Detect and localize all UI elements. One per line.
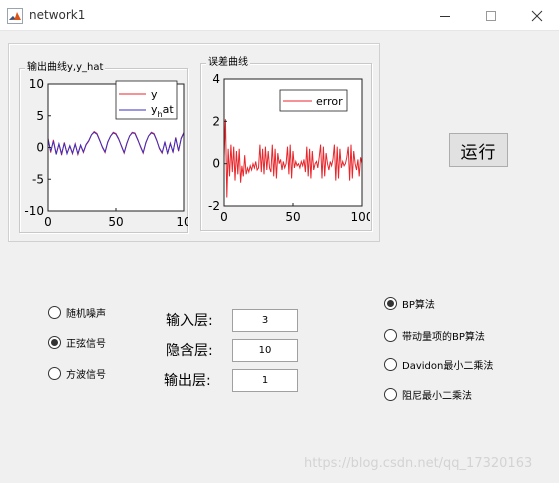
error-chart: 420-20 50 100 error: [208, 72, 370, 224]
input-layer-field[interactable]: [232, 309, 298, 332]
output-curve-title: 输出曲线y,y_hat: [25, 62, 106, 74]
radio-random-noise[interactable]: 随机噪声: [48, 304, 106, 320]
radio-bp-algorithm[interactable]: BP算法: [384, 295, 435, 311]
radio-circle[interactable]: [384, 357, 397, 371]
radio-sine-signal[interactable]: 正弦信号: [48, 334, 106, 350]
x-tick-label: 10: [176, 215, 188, 229]
radio-circle[interactable]: [384, 387, 397, 401]
output-layer-label: 输出层:: [164, 373, 211, 389]
y-tick-label: -5: [32, 172, 44, 186]
error-curve-title: 误差曲线: [206, 57, 250, 69]
y-tick-label: -2: [208, 199, 220, 213]
radio-circle[interactable]: [384, 328, 397, 342]
hidden-layer-label: 隐含层:: [166, 343, 213, 359]
radio-label: 阻尼最小二乘法: [402, 390, 472, 402]
minimize-icon: [440, 16, 450, 17]
output-chart: 1050-5-100 50 10 y yhat: [24, 77, 188, 229]
x-tick-label: 100: [351, 210, 370, 224]
radio-davidon-least-squares[interactable]: Davidon最小二乘法: [384, 356, 493, 372]
legend-label-error: error: [316, 95, 343, 108]
chart-legend: y yhat: [115, 80, 178, 120]
radio-label: 正弦信号: [66, 338, 106, 350]
maximize-button[interactable]: [468, 0, 514, 31]
window-title: network1: [29, 8, 86, 22]
radio-damped-least-squares[interactable]: 阻尼最小二乘法: [384, 386, 472, 402]
radio-label: 随机噪声: [66, 308, 106, 320]
y-tick-label: 0: [36, 141, 44, 155]
maximize-icon: [486, 11, 496, 21]
radio-circle[interactable]: [384, 296, 397, 310]
y-tick-label: 10: [29, 77, 44, 91]
y-tick-label: -10: [24, 204, 44, 218]
watermark-text: https://blog.csdn.net/qq_17320163: [304, 456, 533, 471]
radio-label: BP算法: [402, 299, 435, 311]
input-layer-label: 输入层:: [166, 313, 213, 329]
y-tick-label: 2: [212, 114, 220, 128]
radio-square-wave[interactable]: 方波信号: [48, 365, 106, 381]
matlab-app-icon: [7, 8, 23, 24]
y-tick-label: 0: [212, 157, 220, 171]
run-button[interactable]: 运行: [449, 133, 508, 167]
radio-label: 带动量项的BP算法: [402, 331, 485, 343]
radio-circle[interactable]: [48, 335, 61, 349]
radio-label: Davidon最小二乘法: [402, 360, 494, 372]
x-tick-label: 0: [44, 215, 52, 229]
hidden-layer-field[interactable]: [232, 339, 298, 362]
radio-circle[interactable]: [48, 305, 61, 319]
radio-selected-dot: [387, 299, 394, 307]
y-tick-label: 5: [36, 109, 44, 123]
x-tick-label: 50: [108, 215, 123, 229]
close-icon: [531, 10, 543, 22]
x-tick-label: 50: [285, 210, 300, 224]
close-button[interactable]: [514, 0, 559, 31]
y-tick-label: 4: [212, 72, 220, 86]
radio-selected-dot: [51, 338, 58, 346]
minimize-button[interactable]: [422, 0, 468, 31]
title-bar: network1: [0, 0, 559, 31]
radio-momentum-bp[interactable]: 带动量项的BP算法: [384, 327, 485, 343]
legend-label-y: y: [151, 88, 158, 101]
output-layer-field[interactable]: [232, 369, 298, 392]
radio-label: 方波信号: [66, 369, 106, 381]
chart-legend: error: [279, 89, 348, 112]
radio-circle[interactable]: [48, 366, 61, 380]
x-tick-label: 0: [220, 210, 228, 224]
